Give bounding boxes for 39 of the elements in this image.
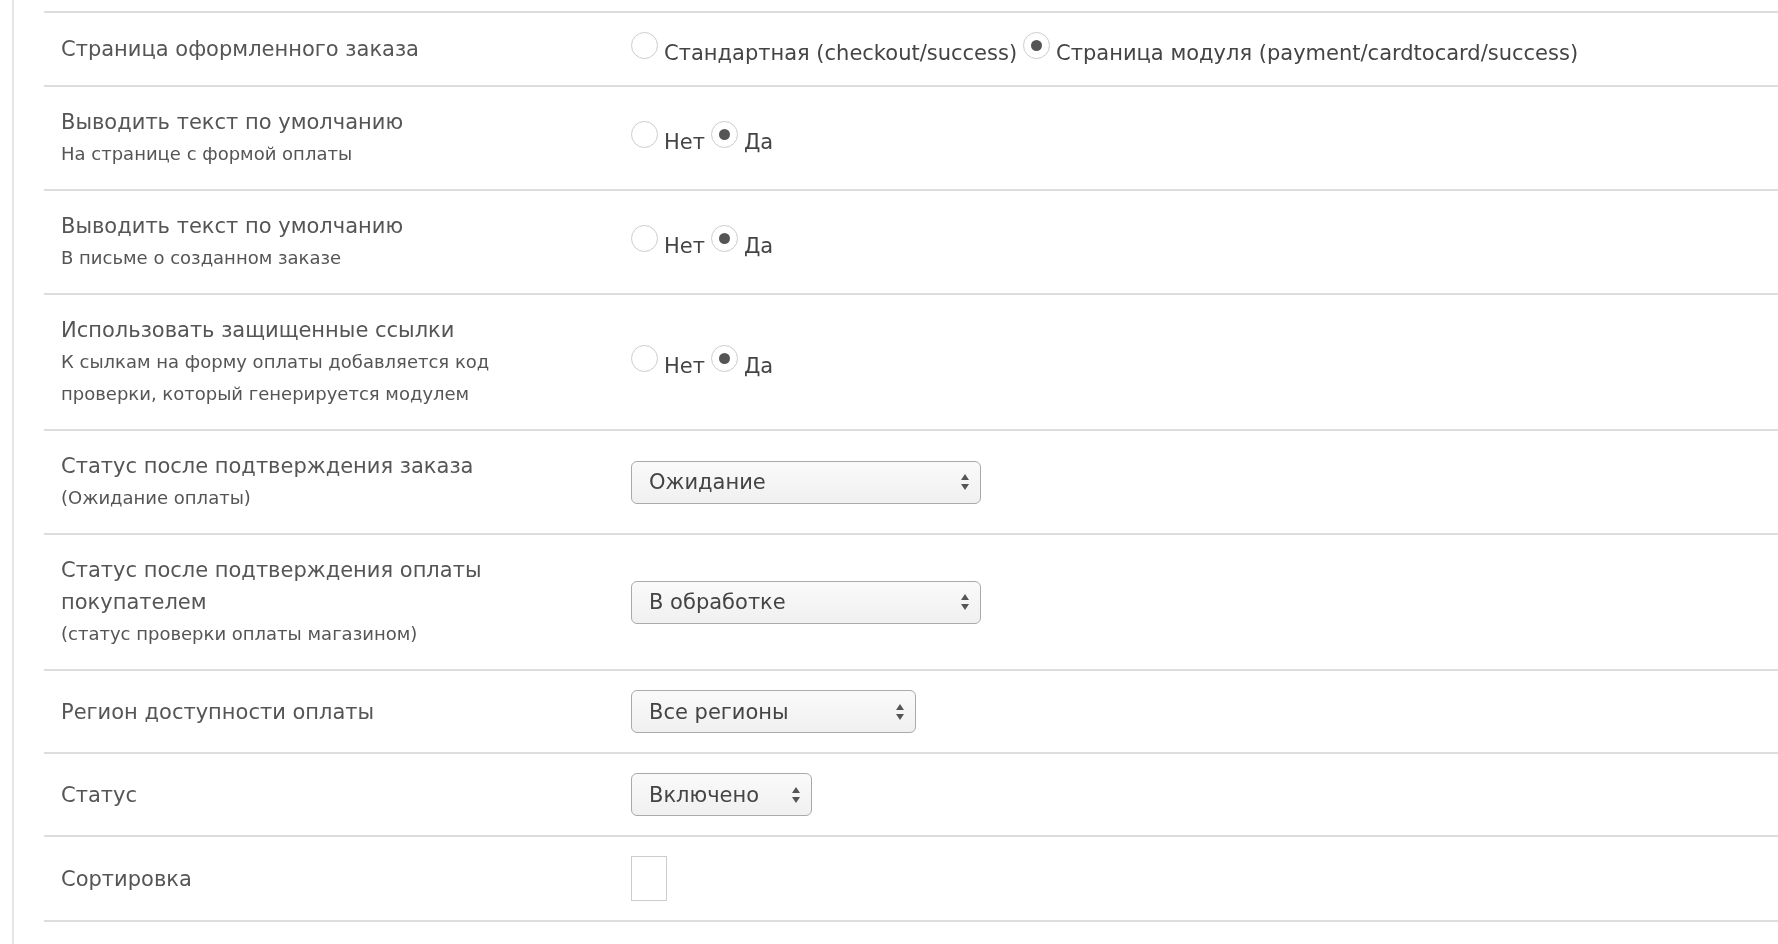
radio-button[interactable] (631, 32, 658, 59)
field-label: Страница оформленного заказа (61, 36, 420, 63)
radio-button[interactable] (710, 345, 738, 372)
updown-arrows-icon (895, 702, 905, 721)
field-label: Выводить текст по умолчанию (61, 213, 405, 240)
dropdown-select[interactable]: Включено (631, 773, 812, 816)
dropdown-select[interactable]: Ожидание (631, 460, 981, 504)
radio-button[interactable] (1023, 32, 1051, 59)
field-label: Выводить текст по умолчанию (61, 109, 405, 136)
radio-button[interactable] (710, 121, 738, 148)
radio-label[interactable]: Нет (664, 121, 705, 155)
field-label: Статус после подтверждения заказа (61, 453, 475, 480)
radio-label[interactable]: Стандартная (checkout/success) (664, 32, 1018, 66)
radio-label[interactable]: Нет (664, 345, 705, 379)
field-label: Статус (61, 781, 138, 809)
field-hint: В письме о созданном заказе (61, 246, 343, 270)
field-hint: К сылкам на форму оплаты добавляется код проверки, который генерируется модулем (61, 350, 491, 406)
field-hint: (статус проверки оплаты магазином) (61, 622, 419, 646)
field-label: Статус после подтверждения оплаты покупателем (61, 557, 483, 616)
radio-label[interactable]: Да (743, 121, 774, 155)
radio-button[interactable] (631, 121, 658, 148)
field-hint: (Ожидание оплаты) (61, 486, 252, 510)
radio-button[interactable] (631, 345, 658, 372)
updown-arrows-icon (960, 473, 970, 491)
radio-label[interactable]: Да (743, 225, 774, 259)
sort-order-input[interactable] (631, 856, 667, 901)
radio-label[interactable]: Страница модуля (payment/cardtocard/success) (1056, 32, 1579, 66)
updown-arrows-icon (960, 593, 970, 611)
field-hint: На странице с формой оплаты (61, 142, 354, 166)
field-label: Регион доступности оплаты (61, 698, 376, 726)
radio-label[interactable]: Да (743, 345, 774, 379)
field-label: Использовать защищенные ссылки (61, 317, 456, 344)
dropdown-select[interactable]: В обработке (631, 580, 981, 624)
field-label: Сортировка (61, 865, 193, 893)
dropdown-select[interactable]: Все регионы (631, 690, 916, 733)
updown-arrows-icon (791, 785, 801, 804)
radio-label[interactable]: Нет (664, 225, 705, 259)
radio-button[interactable] (631, 225, 658, 252)
radio-button[interactable] (710, 225, 738, 252)
